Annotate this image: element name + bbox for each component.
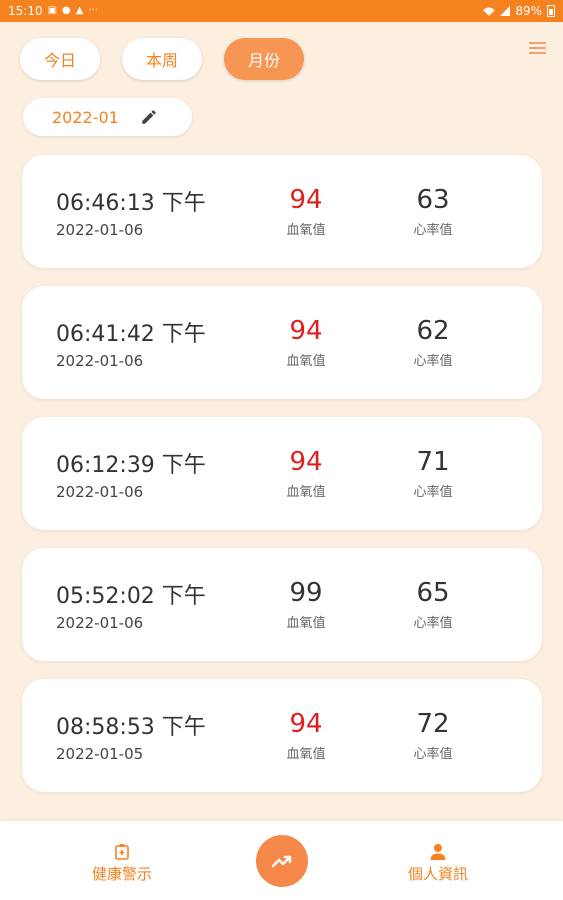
wifi-icon [483,7,496,16]
heart-rate-value: 63 [416,185,450,215]
nav-profile-label: 個人資訊 [407,865,468,883]
heart-rate-value: 71 [416,447,450,477]
heart-rate-label: 心率值 [413,223,453,238]
spo2-metric: 94 血氧值 [266,447,346,500]
nav-profile[interactable]: 個人資訊 [388,843,488,884]
nav-health-label: 健康警示 [91,865,152,883]
person-icon [430,844,446,860]
image-notification-icon: ▣ [47,5,58,16]
spo2-metric: 94 血氧值 [266,709,346,762]
bottom-nav: 健康警示 個人資訊 [0,821,563,900]
spo2-value: 94 [289,316,323,346]
heart-rate-value: 65 [416,578,450,608]
heart-rate-value: 62 [416,316,450,346]
spo2-label: 血氧值 [286,616,326,631]
menu-icon[interactable] [529,42,546,54]
tab-month[interactable]: 月份 [224,38,304,80]
heart-rate-metric: 62 心率值 [393,316,473,369]
tab-week[interactable]: 本周 [122,38,202,80]
spo2-label: 血氧值 [286,354,326,369]
spo2-value: 99 [289,578,323,608]
record-time: 06:12:39 下午 [56,453,206,478]
trend-button[interactable] [256,835,308,887]
record-card[interactable]: 05:52:02 下午 2022-01-06 99 血氧值 65 心率值 [22,548,542,661]
heart-rate-value: 72 [416,709,450,739]
spo2-value: 94 [289,447,323,477]
health-alert-icon [115,844,129,860]
battery-percent: 89% [515,4,542,18]
status-time: 15:10 [8,4,43,18]
period-tabs: 今日 本周 月份 [20,38,304,80]
signal-icon [500,6,511,16]
month-selector[interactable]: 2022-01 [23,98,192,136]
heart-rate-metric: 72 心率值 [393,709,473,762]
record-date: 2022-01-06 [56,483,144,501]
spo2-metric: 94 血氧值 [266,185,346,238]
record-date: 2022-01-05 [56,745,144,763]
edit-pencil-icon[interactable] [140,108,158,126]
status-bar: 15:10 ▣ ● ▲ ··· 89% [0,0,563,22]
record-card[interactable]: 06:12:39 下午 2022-01-06 94 血氧值 71 心率值 [22,417,542,530]
heart-rate-metric: 65 心率值 [393,578,473,631]
heart-rate-metric: 63 心率值 [393,185,473,238]
records-list: 06:46:13 下午 2022-01-06 94 血氧值 63 心率值 06:… [22,155,542,810]
record-time: 06:46:13 下午 [56,191,206,216]
battery-icon [547,5,555,17]
heart-rate-label: 心率值 [413,747,453,762]
trending-up-icon [271,855,292,868]
heart-rate-label: 心率值 [413,485,453,500]
record-card[interactable]: 08:58:53 下午 2022-01-05 94 血氧值 72 心率值 [22,679,542,792]
month-value: 2022-01 [52,107,119,127]
heart-rate-label: 心率值 [413,354,453,369]
record-date: 2022-01-06 [56,221,144,239]
spo2-value: 94 [289,185,323,215]
lock-notification-icon: ● [62,5,71,16]
record-date: 2022-01-06 [56,614,144,632]
spo2-metric: 99 血氧值 [266,578,346,631]
tab-today[interactable]: 今日 [20,38,100,80]
heart-rate-label: 心率值 [413,616,453,631]
record-card[interactable]: 06:46:13 下午 2022-01-06 94 血氧值 63 心率值 [22,155,542,268]
record-time: 06:41:42 下午 [56,322,206,347]
spo2-value: 94 [289,709,323,739]
record-card[interactable]: 06:41:42 下午 2022-01-06 94 血氧值 62 心率值 [22,286,542,399]
warning-notification-icon: ▲ [75,5,84,16]
spo2-label: 血氧值 [286,485,326,500]
heart-rate-metric: 71 心率值 [393,447,473,500]
more-notifications-icon: ··· [88,5,99,16]
record-time: 05:52:02 下午 [56,584,206,609]
record-time: 08:58:53 下午 [56,715,206,740]
record-date: 2022-01-06 [56,352,144,370]
spo2-label: 血氧值 [286,747,326,762]
spo2-label: 血氧值 [286,223,326,238]
spo2-metric: 94 血氧值 [266,316,346,369]
nav-health-alert[interactable]: 健康警示 [72,843,172,884]
